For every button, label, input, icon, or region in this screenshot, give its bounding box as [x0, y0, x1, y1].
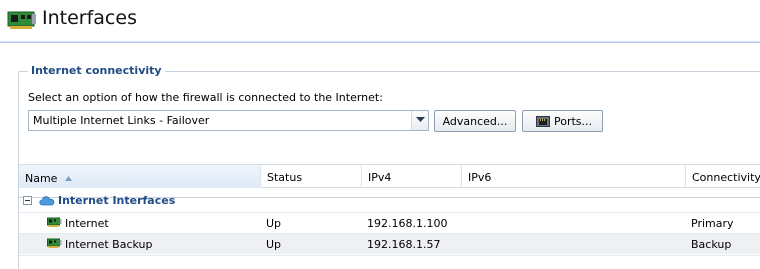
interface-ipv4: 192.168.1.100 [367, 217, 448, 230]
column-header-label: IPv4 [368, 171, 392, 184]
interface-ipv4: 192.168.1.57 [367, 238, 441, 251]
advanced-button-label: Advanced... [442, 115, 508, 128]
page-title: Interfaces [42, 7, 137, 29]
connection-prompt: Select an option of how the firewall is … [28, 91, 383, 104]
sort-ascending-icon [64, 171, 72, 184]
page-header: Interfaces [0, 0, 760, 41]
group-label: Internet Interfaces [58, 194, 176, 207]
interface-name: Internet [65, 217, 109, 230]
connection-mode-dropdown[interactable]: Multiple Internet Links - Failover [28, 110, 429, 131]
interface-connectivity: Backup [691, 238, 732, 251]
table-row[interactable]: Internet Backup Up 192.168.1.57 Backup [19, 233, 760, 254]
network-card-icon [7, 10, 37, 35]
group-row-internet-interfaces[interactable]: Internet Interfaces [19, 188, 760, 212]
chevron-down-icon[interactable] [411, 111, 428, 130]
column-header-label: Connectivity [692, 171, 760, 184]
collapse-toggle-icon[interactable] [23, 196, 32, 205]
ethernet-port-icon [536, 116, 550, 130]
column-header-ipv4[interactable]: IPv4 [362, 165, 462, 188]
interfaces-table: Name Status IPv4 IPv6 Connectivity Inter… [18, 164, 760, 269]
connection-mode-value: Multiple Internet Links - Failover [33, 114, 210, 127]
column-header-label: Status [267, 171, 303, 184]
interface-status: Up [266, 238, 282, 251]
column-header-name[interactable]: Name [19, 165, 261, 188]
interface-name: Internet Backup [65, 238, 153, 251]
ports-button[interactable]: Ports... [522, 110, 603, 132]
column-header-connectivity[interactable]: Connectivity [686, 165, 760, 188]
cloud-icon [39, 195, 55, 209]
table-row-partial [19, 255, 760, 269]
advanced-button[interactable]: Advanced... [434, 110, 516, 132]
header-divider [0, 41, 760, 43]
interface-connectivity: Primary [691, 217, 734, 230]
table-header: Name Status IPv4 IPv6 Connectivity [19, 164, 760, 188]
column-header-label: Name [25, 172, 58, 185]
network-card-icon [47, 238, 62, 252]
group-title: Internet connectivity [28, 64, 165, 77]
column-header-status[interactable]: Status [261, 165, 362, 188]
column-header-label: IPv6 [468, 171, 492, 184]
interface-status: Up [266, 217, 282, 230]
network-card-icon [47, 217, 62, 231]
column-header-ipv6[interactable]: IPv6 [462, 165, 686, 188]
table-row[interactable]: Internet Up 192.168.1.100 Primary [19, 212, 760, 233]
ports-button-label: Ports... [554, 115, 593, 128]
main-content: Internet connectivity Select an option o… [0, 44, 760, 269]
